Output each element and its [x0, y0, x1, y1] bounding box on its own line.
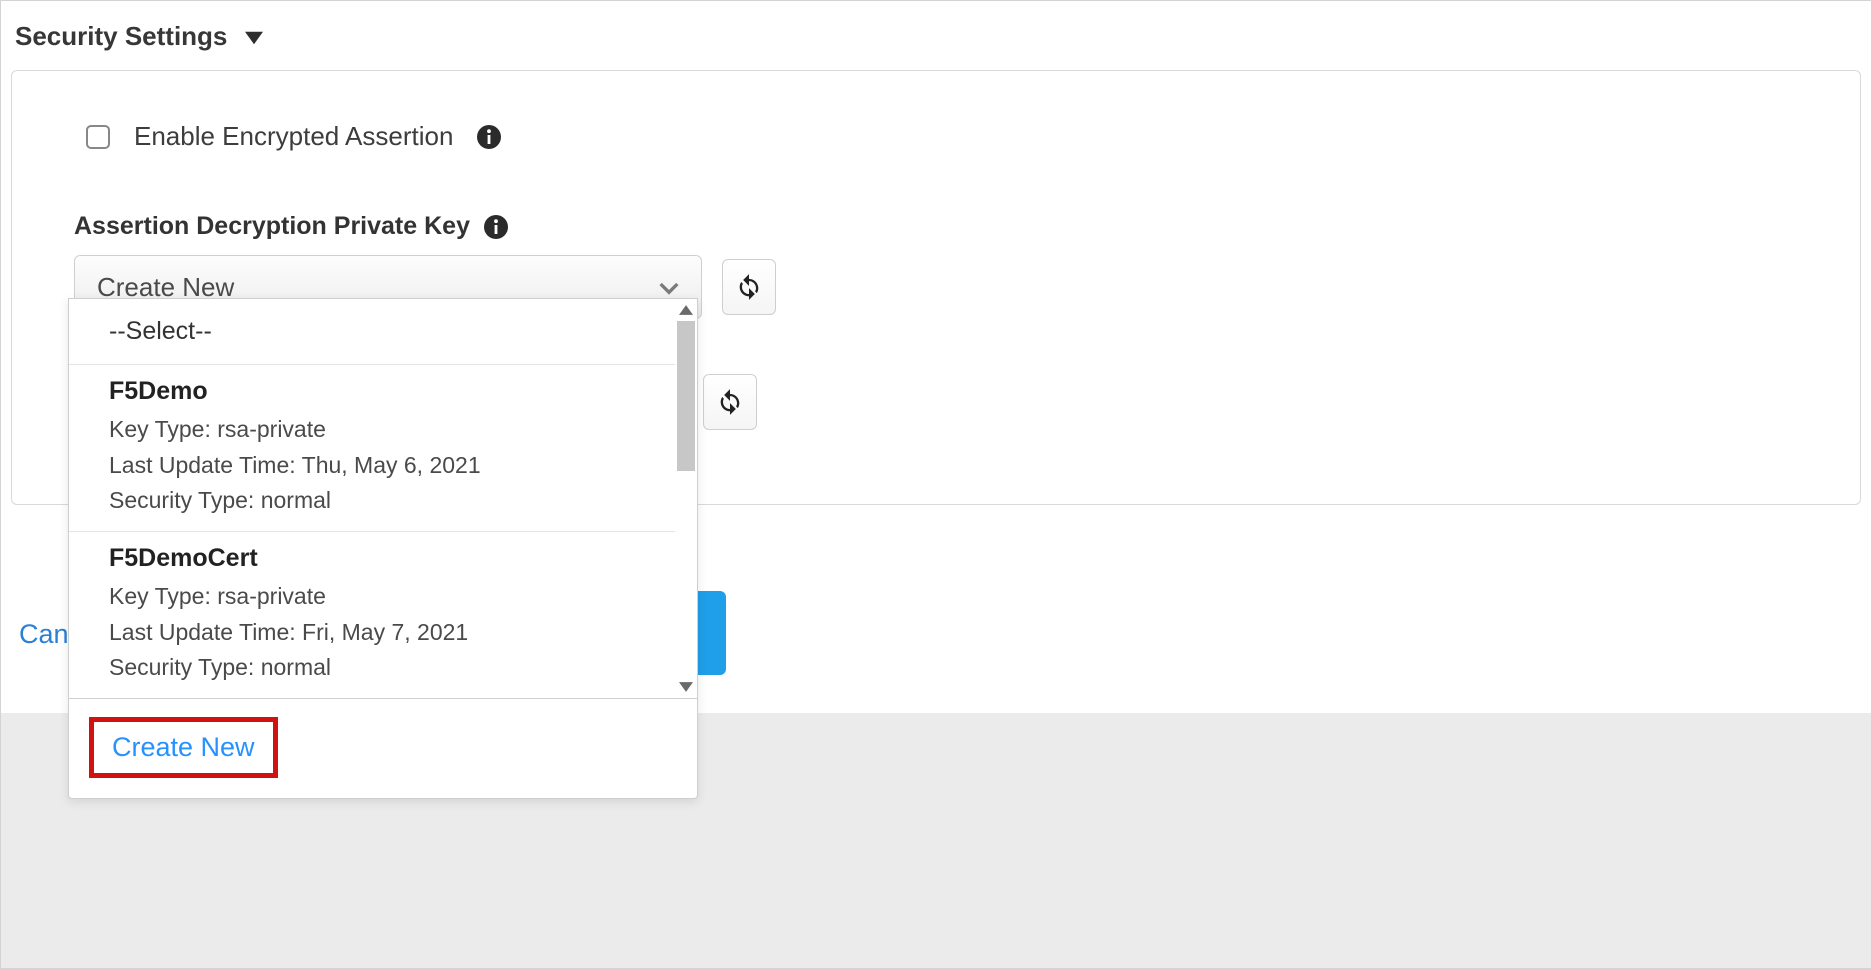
enable-encrypted-row: Enable Encrypted Assertion: [74, 121, 1798, 152]
scrollbar-thumb[interactable]: [677, 321, 695, 471]
caret-down-icon: [245, 21, 263, 52]
section-header[interactable]: Security Settings: [1, 1, 1871, 62]
cancel-button[interactable]: Can: [19, 619, 69, 650]
create-new-option[interactable]: Create New: [89, 717, 278, 778]
dropdown-option[interactable]: F5Demo Key Type: rsa-private Last Update…: [69, 365, 697, 532]
decryption-key-label: Assertion Decryption Private Key: [74, 212, 1798, 241]
scroll-up-icon[interactable]: [677, 301, 695, 319]
dropdown-option[interactable]: F5DemoCert Key Type: rsa-private Last Up…: [69, 532, 697, 698]
option-meta: Key Type: rsa-private Last Update Time: …: [109, 412, 667, 519]
dropdown-footer: Create New: [69, 698, 697, 798]
decryption-key-label-text: Assertion Decryption Private Key: [74, 212, 470, 241]
scrollbar[interactable]: [675, 299, 697, 698]
info-icon[interactable]: [477, 125, 501, 149]
section-title-text: Security Settings: [15, 21, 227, 52]
scroll-down-icon[interactable]: [677, 678, 695, 696]
decryption-key-dropdown: --Select-- F5Demo Key Type: rsa-private …: [68, 298, 698, 799]
info-icon[interactable]: [484, 215, 508, 239]
dropdown-placeholder[interactable]: --Select--: [69, 299, 697, 365]
option-meta: Key Type: rsa-private Last Update Time: …: [109, 579, 667, 686]
option-name: F5DemoCert: [109, 544, 667, 573]
option-name: F5Demo: [109, 377, 667, 406]
enable-encrypted-label: Enable Encrypted Assertion: [134, 121, 453, 152]
refresh-button[interactable]: [722, 259, 776, 315]
enable-encrypted-checkbox[interactable]: [86, 125, 110, 149]
refresh-button[interactable]: [703, 374, 757, 430]
